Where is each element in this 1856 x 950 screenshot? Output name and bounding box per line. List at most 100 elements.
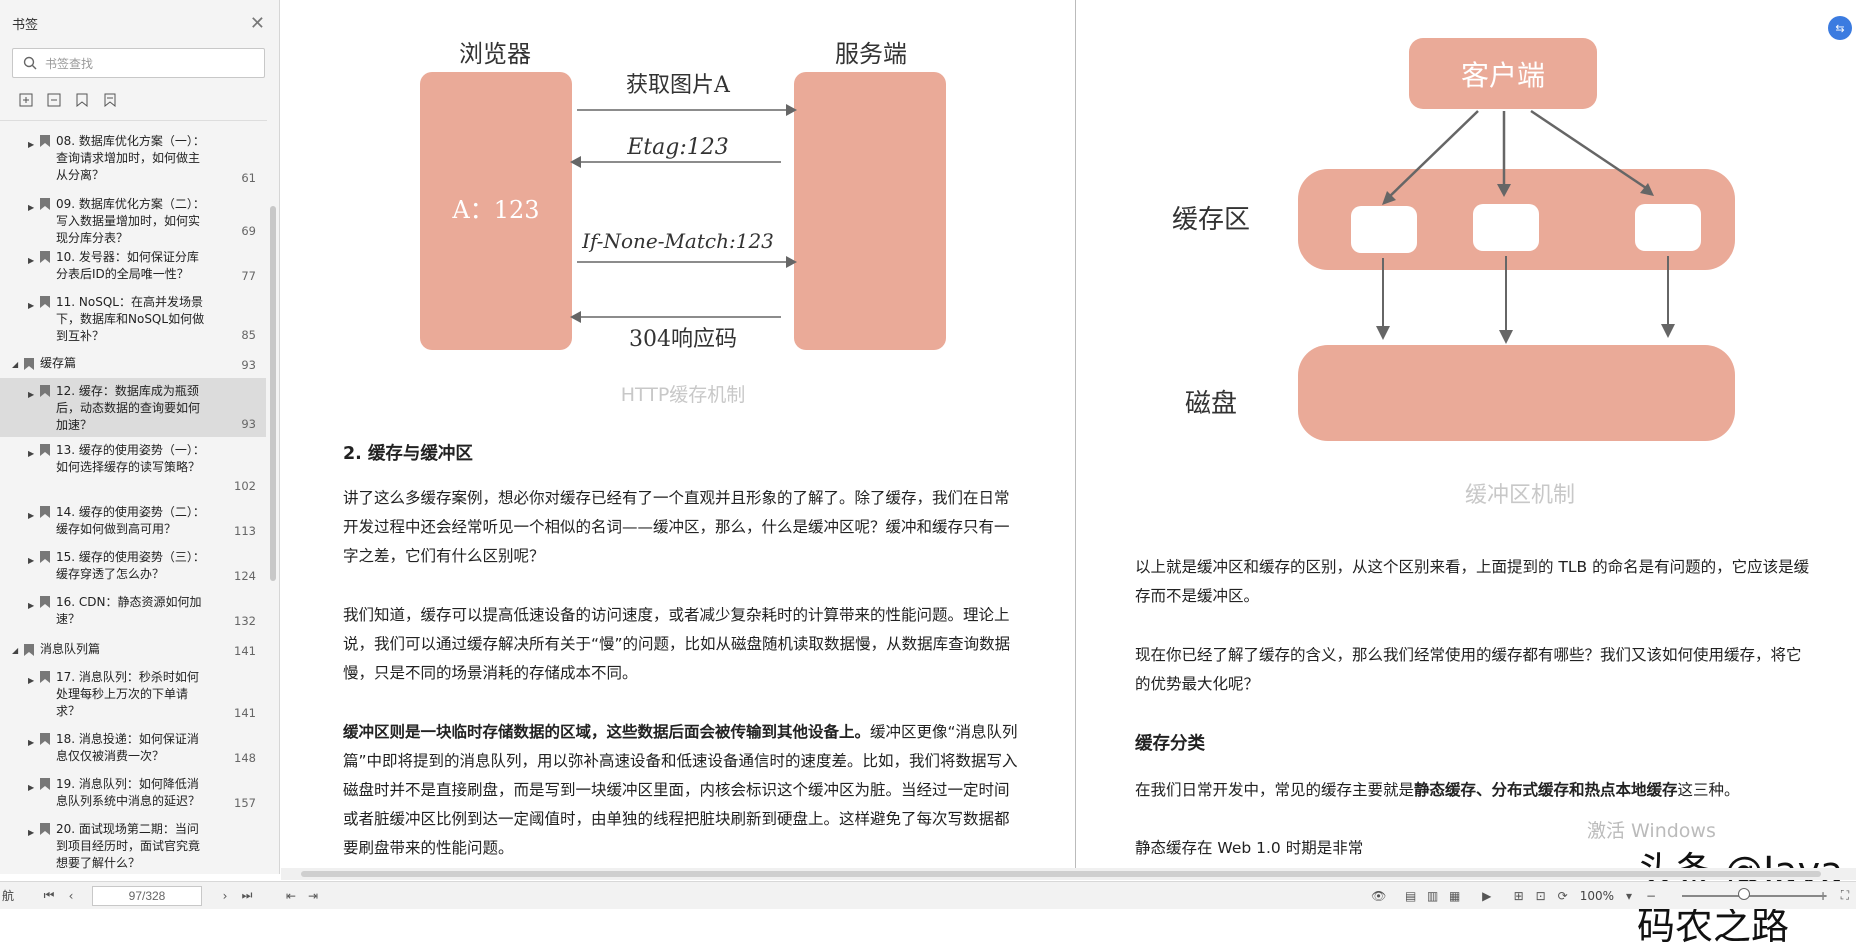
search-placeholder: 书签查找: [45, 56, 94, 71]
zoom-dropdown-icon[interactable]: ▾: [1618, 889, 1640, 903]
bookmark-icon: [40, 198, 50, 210]
arrow-head: [1499, 330, 1513, 344]
first-page-button[interactable]: ⏮: [38, 888, 60, 903]
zoom-slider[interactable]: [1682, 895, 1826, 897]
cache-slot: [1351, 206, 1417, 253]
bookmark-section-mq[interactable]: ◢ 消息队列篇 141: [0, 634, 266, 664]
expand-arrow-icon[interactable]: ▶: [28, 136, 38, 191]
bookmark-item[interactable]: ▶ 20. 面试现场第二期：当问到项目经历时，面试官究竟想要了解什么？: [0, 816, 266, 874]
bookmark-section-cache[interactable]: ◢ 缓存篇 93: [0, 348, 266, 378]
bookmark-item[interactable]: ▶ 17. 消息队列：秒杀时如何处理每秒上万次的下单请求？ 141: [0, 664, 266, 726]
etag-label: Etag:123: [626, 135, 729, 160]
expand-arrow-icon[interactable]: ▶: [28, 552, 38, 589]
fit-page-icon[interactable]: ⊞: [1508, 889, 1530, 903]
continuous-page-icon[interactable]: ▥: [1422, 889, 1444, 903]
bookmark-icon: [40, 296, 50, 308]
two-page-icon[interactable]: ▦: [1444, 889, 1466, 903]
right-paragraph-2: 现在你已经了解了缓存的含义，那么我们经常使用的缓存都有哪些？我们又该如何使用缓存…: [1135, 646, 1802, 693]
collapse-all-icon[interactable]: [46, 92, 62, 108]
buffer-diagram: 客户端 缓存区 磁盘 缓冲区机制: [1172, 38, 1735, 508]
scrollbar-thumb[interactable]: [301, 871, 1821, 877]
bookmark-page-number: 157: [234, 796, 256, 810]
browser-label: 浏览器: [459, 40, 531, 68]
divider: [0, 120, 267, 121]
bookmark-page-number: 85: [241, 328, 256, 342]
bookmark-page-number: 141: [234, 644, 256, 658]
collapse-arrow-icon[interactable]: ◢: [12, 356, 22, 373]
bookmark-list: ▶ 08. 数据库优化方案（一）：查询请求增加时，如何做主从分离？ 61 ▶ 0…: [0, 128, 266, 874]
bookmark-icon: [24, 644, 34, 656]
fullscreen-icon[interactable]: ⛶: [1834, 888, 1856, 903]
bookmark-item[interactable]: ▶ 10. 发号器：如何保证分库分表后ID的全局唯一性？ 77: [0, 244, 266, 289]
zoom-out-button[interactable]: −: [1640, 889, 1662, 903]
zoom-slider-knob[interactable]: [1738, 888, 1750, 900]
server-box: [794, 72, 946, 350]
expand-all-icon[interactable]: [18, 92, 34, 108]
nav-label: 航: [2, 889, 15, 903]
expand-arrow-icon[interactable]: ▶: [28, 824, 38, 874]
cache-slot: [1635, 204, 1701, 251]
bookmark-item[interactable]: ▶ 16. CDN：静态资源如何加速？ 132: [0, 589, 266, 634]
bookmark-page-number: 132: [234, 614, 256, 628]
next-page-button[interactable]: ›: [214, 889, 236, 903]
expand-arrow-icon[interactable]: ▶: [28, 672, 38, 726]
bookmark-item[interactable]: ▶ 14. 缓存的使用姿势（二）：缓存如何做到高可用？ 113: [0, 499, 266, 544]
client-label: 客户端: [1461, 59, 1545, 92]
cache-area-label: 缓存区: [1172, 205, 1250, 235]
document-view: 浏览器 服务端 A：123 获取图片A Etag:123 If-None-Mat…: [281, 0, 1856, 948]
expand-arrow-icon[interactable]: ▶: [28, 445, 38, 499]
bookmark-item[interactable]: ▶ 18. 消息投递：如何保证消息仅仅被消费一次？ 148: [0, 726, 266, 771]
disk-box: [1298, 345, 1735, 441]
bookmark-item[interactable]: ▶ 13. 缓存的使用姿势（一）：如何选择缓存的读写策略？ 102: [0, 437, 266, 499]
left-paragraph-2: 我们知道，缓存可以提高低速设备的访问速度，或者减少复杂耗时的计算带来的性能问题。…: [343, 606, 1011, 682]
add-bookmark-icon[interactable]: [74, 92, 90, 108]
last-page-button[interactable]: ⏭: [236, 888, 258, 903]
bookmark-item[interactable]: ▶ 15. 缓存的使用姿势（三）：缓存穿透了怎么办？ 124: [0, 544, 266, 589]
bookmark-icon: [40, 385, 50, 397]
bookmark-item[interactable]: ▶ 09. 数据库优化方案（二）：写入数据量增加时，如何实现分库分表？ 69: [0, 191, 266, 245]
request-label: 获取图片A: [626, 73, 731, 98]
expand-arrow-icon[interactable]: ▶: [28, 386, 38, 437]
expand-arrow-icon[interactable]: ▶: [28, 297, 38, 348]
close-icon[interactable]: ✕: [250, 13, 265, 34]
back-icon[interactable]: ⇤: [280, 889, 302, 903]
bookmark-icon: [40, 778, 50, 790]
bookmark-sidebar: 书签 ✕ 书签查找 ▶ 08. 数据库优化方案（一）：查询请求增加时，如何做主从…: [0, 0, 280, 874]
page-number-input[interactable]: [92, 885, 202, 906]
bookmark-icon: [40, 596, 50, 608]
expand-arrow-icon[interactable]: ▶: [28, 252, 38, 289]
fit-width-icon[interactable]: ⊡: [1530, 889, 1552, 903]
sidebar-scrollbar[interactable]: [270, 206, 276, 581]
expand-arrow-icon[interactable]: ▶: [28, 779, 38, 816]
play-icon[interactable]: ▶: [1476, 889, 1498, 903]
prev-page-button[interactable]: ‹: [60, 889, 82, 903]
bookmark-item[interactable]: ▶ 08. 数据库优化方案（一）：查询请求增加时，如何做主从分离？ 61: [0, 128, 266, 191]
expand-arrow-icon[interactable]: ▶: [28, 597, 38, 634]
bookmark-item-selected[interactable]: ▶ 12. 缓存：数据库成为瓶颈后，动态数据的查询要如何加速？ 93: [0, 378, 266, 437]
forward-icon[interactable]: ⇥: [302, 889, 324, 903]
bookmark-page-number: 93: [241, 358, 256, 372]
bold-phrase: 静态缓存、分布式缓存和热点本地缓存: [1414, 781, 1678, 799]
bookmark-item[interactable]: ▶ 19. 消息队列：如何降低消息队列系统中消息的延迟？ 157: [0, 771, 266, 816]
expand-arrow-icon[interactable]: ▶: [28, 734, 38, 771]
buffer-diagram-caption: 缓冲区机制: [1465, 483, 1575, 508]
right-paragraph-3: 在我们日常开发中，常见的缓存主要就是静态缓存、分布式缓存和热点本地缓存这三种。: [1135, 781, 1740, 799]
arrow-head: [1661, 324, 1675, 338]
zoom-level: 100%: [1579, 888, 1614, 903]
bookmark-page-number: 77: [241, 269, 256, 283]
single-page-icon[interactable]: ▤: [1400, 889, 1422, 903]
sidebar-title: 书签: [12, 17, 39, 33]
http-cache-diagram: 浏览器 服务端 A：123 获取图片A Etag:123 If-None-Mat…: [420, 40, 946, 406]
disk-label: 磁盘: [1185, 389, 1237, 419]
expand-arrow-icon[interactable]: ▶: [28, 507, 38, 544]
app-float-icon[interactable]: ⇆: [1828, 16, 1852, 40]
horizontal-scrollbar[interactable]: [281, 868, 1856, 880]
bookmark-icon: [40, 506, 50, 518]
expand-arrow-icon[interactable]: ▶: [28, 199, 38, 244]
bookmark-item[interactable]: ▶ 11. NoSQL：在高并发场景下，数据库和NoSQL如何做到互补？ 85: [0, 289, 266, 348]
collapse-arrow-icon[interactable]: ◢: [12, 642, 22, 659]
rotate-icon[interactable]: ⟳: [1552, 889, 1574, 903]
bookmark-search-input[interactable]: 书签查找: [12, 48, 265, 78]
delete-bookmark-icon[interactable]: [102, 92, 118, 108]
read-mode-icon[interactable]: 👁: [1368, 889, 1390, 903]
